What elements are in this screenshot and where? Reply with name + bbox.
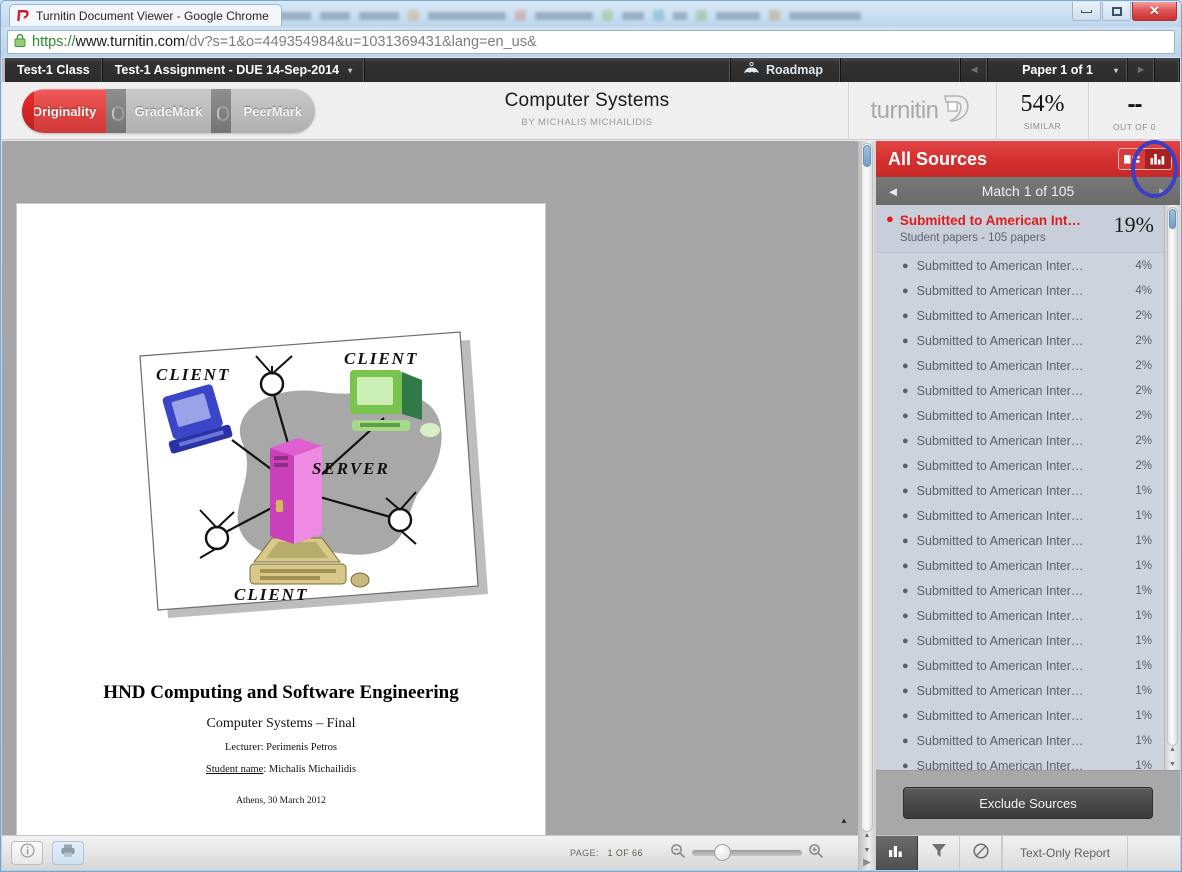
window-border [0, 0, 1182, 872]
browser-window: Turnitin Document Viewer - Google Chrome… [0, 0, 1182, 872]
close-button[interactable]: ✕ [1132, 2, 1177, 21]
browser-tab[interactable]: Turnitin Document Viewer - Google Chrome [9, 4, 282, 26]
maximize-icon [1111, 6, 1122, 16]
bookmarks-bar-ghost [259, 7, 959, 24]
close-icon: ✕ [1149, 3, 1160, 18]
minimize-icon [1081, 9, 1092, 13]
minimize-button[interactable] [1072, 2, 1101, 21]
maximize-button[interactable] [1102, 2, 1131, 21]
window-controls: ✕ [1071, 2, 1177, 21]
turnitin-logo-icon [16, 8, 31, 23]
browser-tab-title: Turnitin Document Viewer - Google Chrome [36, 8, 269, 23]
